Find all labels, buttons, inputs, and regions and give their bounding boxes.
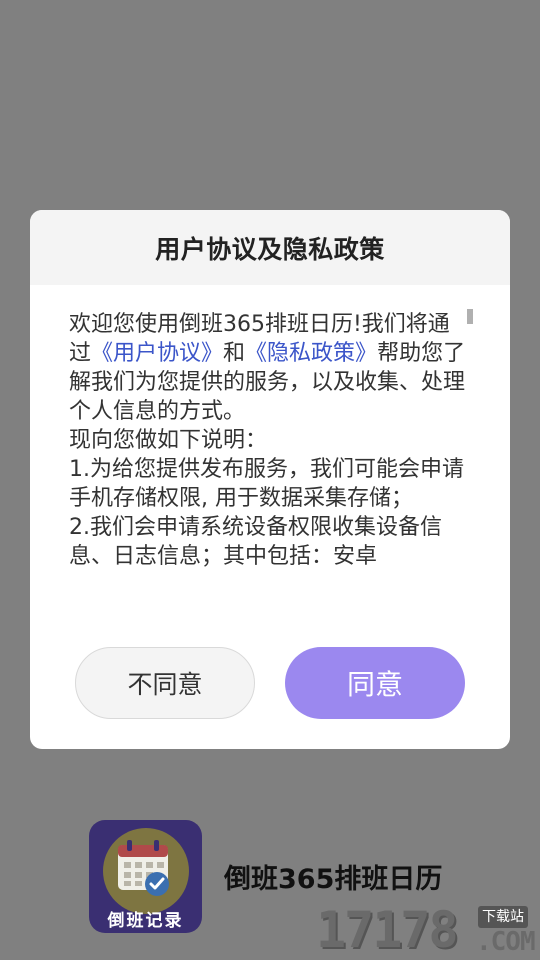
permission-item-storage: 1.为给您提供发布服务，我们可能会申请手机存储权限, 用于数据采集存储； [69, 457, 464, 511]
decline-button[interactable]: 不同意 [75, 647, 255, 719]
app-logo: 倒班记录 [89, 820, 202, 933]
watermark-digits: 17178 [316, 901, 459, 959]
watermark-domain: .COM [476, 927, 536, 957]
screen: 用户协议及隐私政策 欢迎您使用倒班365排班日历!我们将通过《用户协议》和《隐私… [0, 0, 540, 960]
dialog-title: 用户协议及隐私政策 [155, 234, 385, 264]
privacy-dialog: 用户协议及隐私政策 欢迎您使用倒班365排班日历!我们将通过《用户协议》和《隐私… [30, 210, 510, 749]
privacy-policy-link[interactable]: 《隐私政策》 [245, 341, 377, 366]
body-scrollbar[interactable] [467, 309, 473, 324]
user-agreement-link[interactable]: 《用户协议》 [91, 341, 223, 366]
logo-label: 倒班记录 [107, 911, 184, 931]
dialog-body-text[interactable]: 欢迎您使用倒班365排班日历!我们将通过《用户协议》和《隐私政策》帮助您了解我们… [69, 310, 469, 600]
accept-button[interactable]: 同意 [285, 647, 465, 719]
permission-item-device: 2.我们会申请系统设备权限收集设备信息、日志信息；其中包括：安卓 [69, 515, 442, 569]
explanation-heading: 现向您做如下说明： [69, 428, 268, 453]
site-watermark: 17178 下载站 .COM [316, 900, 540, 960]
intro-text-and: 和 [223, 341, 246, 366]
intro-paragraph: 欢迎您使用倒班365排班日历!我们将通过《用户协议》和《隐私政策》帮助您了解我们… [69, 310, 469, 426]
dialog-header: 用户协议及隐私政策 [30, 210, 510, 285]
app-name: 倒班365排班日历 [224, 864, 443, 895]
